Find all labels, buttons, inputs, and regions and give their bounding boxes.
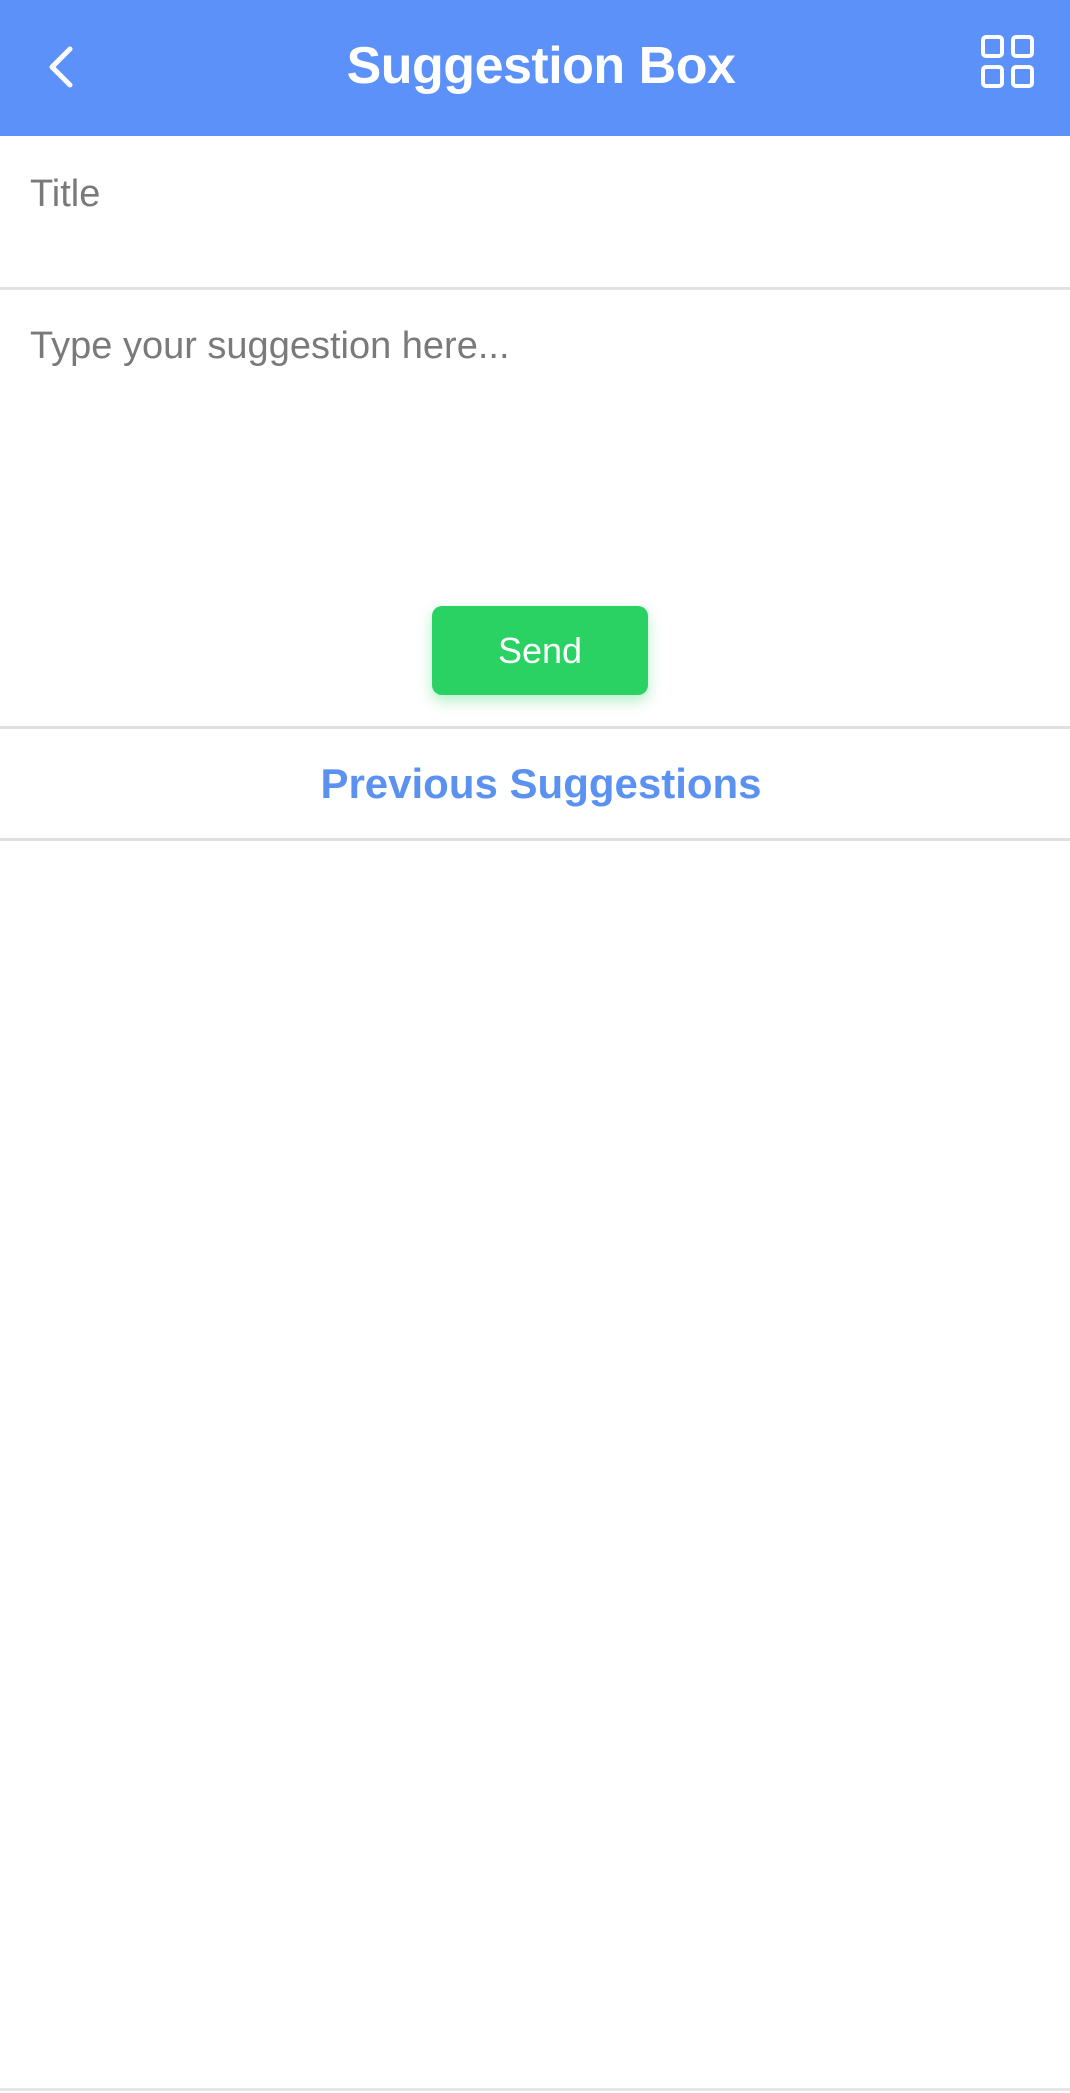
- suggestion-textarea[interactable]: [30, 318, 1040, 578]
- previous-suggestions-link[interactable]: Previous Suggestions: [0, 729, 1070, 839]
- suggestion-box-screen: Suggestion Box Send Previous Suggestions: [0, 0, 1070, 2093]
- app-header: Suggestion Box: [0, 0, 1070, 136]
- send-button[interactable]: Send: [432, 606, 648, 695]
- divider: [0, 2088, 1070, 2091]
- title-field-row: [0, 136, 1070, 290]
- title-input[interactable]: [30, 164, 1030, 224]
- grid-icon: [981, 35, 1034, 88]
- page-title: Suggestion Box: [346, 37, 736, 95]
- grid-menu-button[interactable]: [980, 34, 1036, 90]
- previous-suggestions-list: [0, 841, 1070, 2088]
